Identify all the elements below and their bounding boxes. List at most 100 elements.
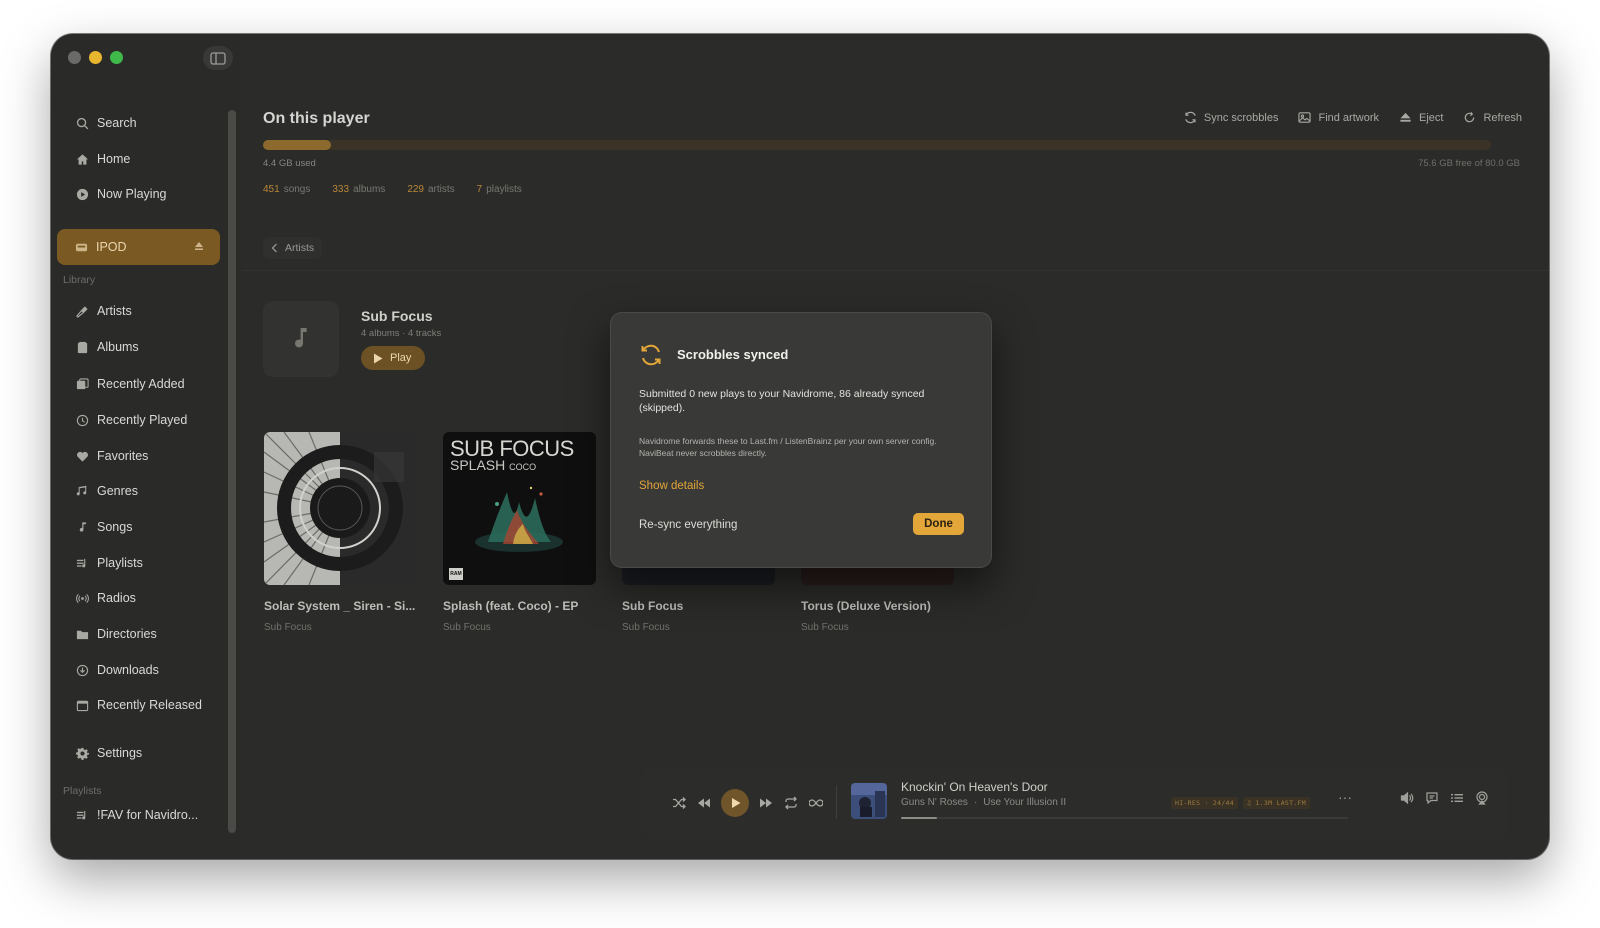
queue-button[interactable] [1450,791,1465,806]
sidebar-toggle-button[interactable] [203,46,233,70]
sidebar-item-label: Recently Played [97,413,188,427]
music-note-icon [295,328,307,348]
sidebar-item-recently-released[interactable]: Recently Released [57,688,219,722]
playback-controls [671,789,824,817]
refresh-label: Refresh [1483,111,1522,124]
eject-button[interactable]: Eject [1399,111,1443,124]
sidebar-item-home[interactable]: Home [57,142,219,176]
playlists-section-label: Playlists [63,785,102,797]
sidebar-item-recently-played[interactable]: Recently Played [57,403,219,437]
sidebar-item-label: Artists [97,304,132,318]
sidebar-item-playlists[interactable]: Playlists [57,546,219,580]
sidebar-item-label: Radios [97,591,136,605]
done-button[interactable]: Done [913,513,964,535]
refresh-button[interactable]: Refresh [1463,111,1522,124]
dialog-message: Submitted 0 new plays to your Navidrome,… [639,388,925,414]
track-artist[interactable]: Guns N' Roses [901,797,968,808]
sidebar-item-label: Search [97,116,137,130]
sidebar-item-search[interactable]: Search [57,106,219,140]
app-window: Search Home Now Playing IPOD Library Art… [51,34,1549,859]
artist-image [263,301,339,377]
sidebar-item-now-playing[interactable]: Now Playing [57,177,219,211]
volume-button[interactable] [1400,791,1415,806]
sidebar: Search Home Now Playing IPOD Library Art… [51,34,241,859]
maximize-window-button[interactable] [110,51,123,64]
lyrics-button[interactable] [1425,791,1440,806]
sidebar-item-songs[interactable]: Songs [57,510,219,544]
sidebar-item-recently-added[interactable]: Recently Added [57,367,219,401]
quality-badge: HI-RES · 24/44 [1171,797,1238,809]
play-artist-button[interactable]: Play [361,346,426,370]
divider [241,270,1549,271]
ipod-icon [75,241,88,254]
sidebar-item-artists[interactable]: Artists [57,294,219,328]
find-artwork-label: Find artwork [1318,111,1379,124]
sidebar-scrollbar[interactable] [228,110,236,833]
stat-songs: 451 songs [263,184,310,195]
sync-scrobbles-button[interactable]: Sync scrobbles [1184,111,1278,124]
sidebar-item-radios[interactable]: Radios [57,581,219,615]
play-icon [732,798,741,808]
sidebar-item-settings[interactable]: Settings [57,736,219,770]
shuffle-button[interactable] [671,795,687,811]
stat-number: 451 [263,184,280,195]
stat-number: 333 [332,184,350,195]
home-icon [75,152,89,166]
track-badges: HI-RES · 24/44 ♫ 1.3M LAST.FM [1171,797,1310,809]
library-section-label: Library [63,274,96,286]
calendar-icon [75,698,89,712]
resync-everything-button[interactable]: Re-sync everything [639,519,737,531]
storage-bar [263,140,1491,150]
track-title[interactable]: Knockin' On Heaven's Door [901,780,1048,794]
infinite-play-button[interactable] [808,795,824,811]
next-button[interactable] [758,795,774,811]
sidebar-item-label: !FAV for Navidro... [97,808,199,822]
album-artist[interactable]: Sub Focus [622,622,775,633]
back-label: Artists [285,242,315,254]
previous-button[interactable] [696,795,712,811]
sidebar-item-genres[interactable]: Genres [57,474,219,508]
find-artwork-button[interactable]: Find artwork [1298,111,1379,124]
repeat-icon [785,796,797,810]
fast-forward-icon [760,798,772,808]
album-artist[interactable]: Sub Focus [443,622,596,633]
album-cover[interactable]: SUB FOCUS SPLASH COCO RAM [443,432,596,585]
stat-number: 7 [476,184,483,195]
track-progress-bar[interactable] [901,817,1348,819]
album-card[interactable]: Solar System _ Siren - Si... Sub Focus [264,432,417,633]
show-details-link[interactable]: Show details [639,480,704,492]
sidebar-item-playlist[interactable]: !FAV for Navidro... [57,798,219,832]
repeat-button[interactable] [783,795,799,811]
folder-icon [75,627,89,641]
album-title: Splash (feat. Coco) - EP [443,599,579,613]
sidebar-item-downloads[interactable]: Downloads [57,653,219,687]
album-artist[interactable]: Sub Focus [264,622,417,633]
track-album[interactable]: Use Your Illusion II [983,797,1066,808]
more-options-button[interactable]: ··· [1338,789,1352,805]
stat-label: artists [428,184,455,195]
storage-bar-fill [263,140,331,150]
sidebar-item-favorites[interactable]: Favorites [57,439,219,473]
download-icon [75,663,89,677]
eject-icon[interactable] [194,240,204,254]
window-controls [68,51,123,64]
album-card[interactable]: SUB FOCUS SPLASH COCO RAM Splash (feat. … [443,432,596,633]
album-artist[interactable]: Sub Focus [801,622,954,633]
album-cover[interactable] [264,432,417,585]
airplay-button[interactable] [1475,791,1490,806]
shuffle-icon [673,797,686,809]
minimize-window-button[interactable] [89,51,102,64]
close-window-button[interactable] [68,51,81,64]
stat-label: albums [353,184,386,195]
back-to-artists-button[interactable]: Artists [263,237,323,259]
stat-number: 229 [407,184,424,195]
sidebar-item-label: Downloads [97,663,159,677]
sidebar-item-ipod[interactable]: IPOD [57,229,220,265]
toolbar: Sync scrobbles Find artwork Eject Refres… [1184,111,1522,124]
sidebar-item-directories[interactable]: Directories [57,617,219,651]
now-playing-artwork[interactable] [851,783,887,819]
page-title: On this player [263,110,370,127]
play-icon [374,353,383,363]
play-pause-button[interactable] [721,789,749,817]
sidebar-item-albums[interactable]: Albums [57,330,219,364]
